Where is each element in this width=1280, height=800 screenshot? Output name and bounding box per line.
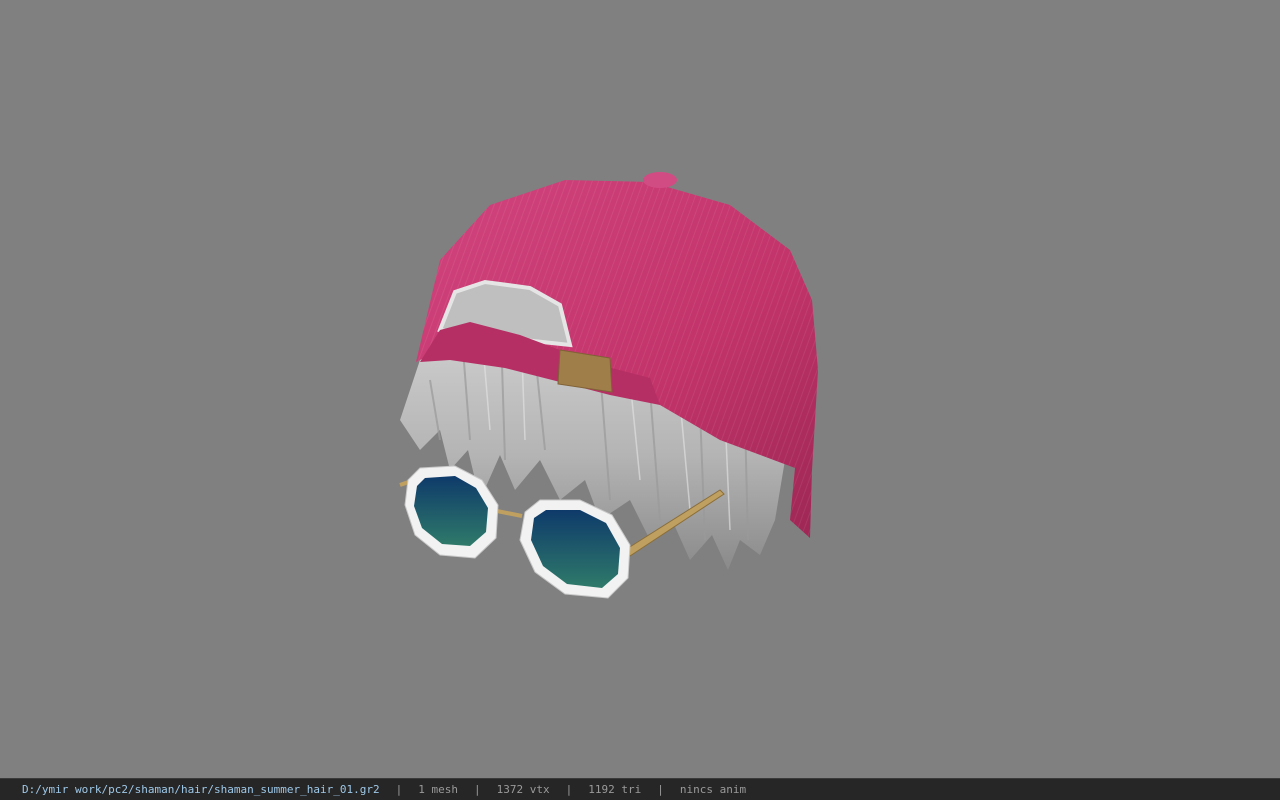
- status-separator: |: [657, 782, 664, 796]
- status-bar: D:/ymir work/pc2/shaman/hair/shaman_summ…: [0, 778, 1280, 800]
- 3d-viewport[interactable]: [0, 0, 1280, 778]
- anim-info-label: nincs anim: [679, 782, 747, 796]
- status-separator: |: [395, 782, 403, 796]
- triangle-count-label: 1192 tri: [588, 782, 642, 796]
- vertex-count-label: 1372 vtx: [496, 782, 550, 796]
- model-render: [399, 172, 818, 599]
- status-separator: |: [474, 782, 481, 796]
- file-path-label: D:/ymir work/pc2/shaman/hair/shaman_summ…: [22, 782, 380, 796]
- mesh-count-label: 1 mesh: [418, 782, 458, 796]
- status-separator: |: [565, 782, 573, 796]
